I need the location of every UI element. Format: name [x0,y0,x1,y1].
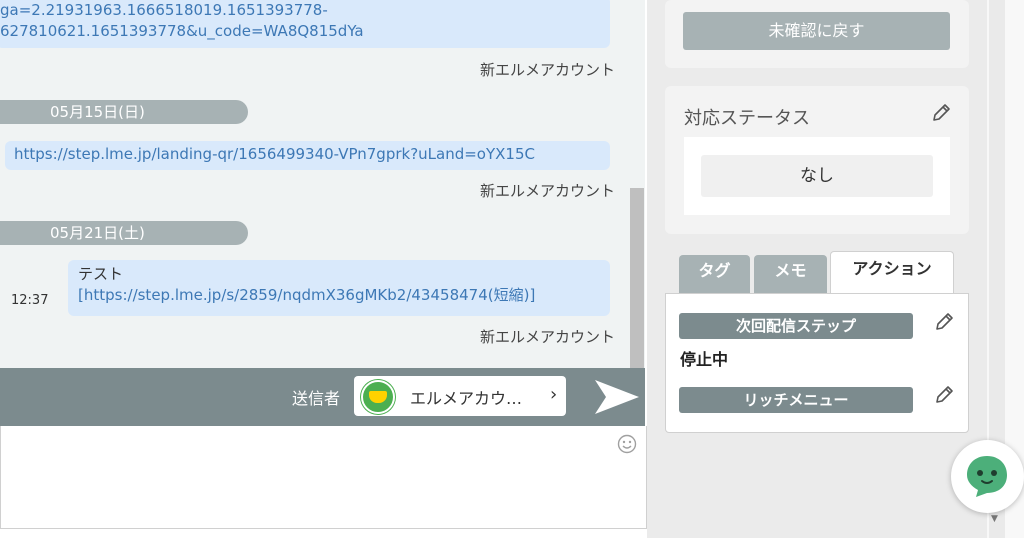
account-avatar-icon [361,380,395,414]
message-sender: 新エルメアカウント [479,61,615,79]
chat-history: ga=2.21931963.1666518019.1651393778- 627… [0,0,645,368]
status-select[interactable]: なし [701,155,933,197]
tab-tag[interactable]: タグ [679,255,750,293]
status-title: 対応ステータス [684,108,810,129]
chevron-right-icon: › [550,384,558,405]
pencil-icon[interactable] [933,311,955,333]
message-sender: 新エルメアカウント [479,328,615,346]
message-time: 12:37 [11,293,49,308]
pencil-icon[interactable] [933,384,955,406]
message-sender: 新エルメアカウント [479,182,615,200]
sender-select[interactable]: エルメアカウ… › [354,376,566,416]
scroll-down-arrow-icon[interactable]: ▼ [991,514,998,524]
message-line: テスト [78,265,124,283]
next-step-label: 次回配信ステップ [679,313,913,339]
send-arrow-icon[interactable] [592,377,642,417]
smiley-icon[interactable] [617,434,637,454]
rich-menu-label: リッチメニュー [679,387,913,413]
message-input[interactable] [0,426,647,529]
tab-action[interactable]: アクション [830,251,954,295]
sender-label: 送信者 [292,389,341,408]
pencil-icon[interactable] [930,102,952,124]
send-bar: 送信者 エルメアカウ… › [0,368,645,426]
message-bubble[interactable]: テスト [https://step.lme.jp/s/2859/nqdmX36g… [68,260,610,316]
chat-scrollbar[interactable] [630,188,644,368]
message-link[interactable]: [https://step.lme.jp/s/2859/nqdmX36gMKb2… [78,285,610,306]
mark-unconfirmed-button[interactable]: 未確認に戻す [683,12,950,50]
chatbot-button[interactable] [951,440,1024,513]
sender-name: エルメアカウ… [410,389,523,408]
message-bubble[interactable]: ga=2.21931963.1666518019.1651393778- 627… [0,0,610,48]
date-separator: 05月15日(日) [0,100,248,124]
chatbot-icon [967,456,1007,497]
next-step-status: 停止中 [680,350,729,369]
message-line: 627810621.1651393778&u_code=WA8Q815dYa [0,22,364,40]
tab-memo[interactable]: メモ [754,255,827,293]
date-separator: 05月21日(土) [0,221,248,245]
message-line: https://step.lme.jp/landing-qr/165649934… [14,145,535,163]
message-line: ga=2.21931963.1666518019.1651393778- [0,1,328,19]
message-bubble[interactable]: https://step.lme.jp/landing-qr/165649934… [5,141,610,170]
